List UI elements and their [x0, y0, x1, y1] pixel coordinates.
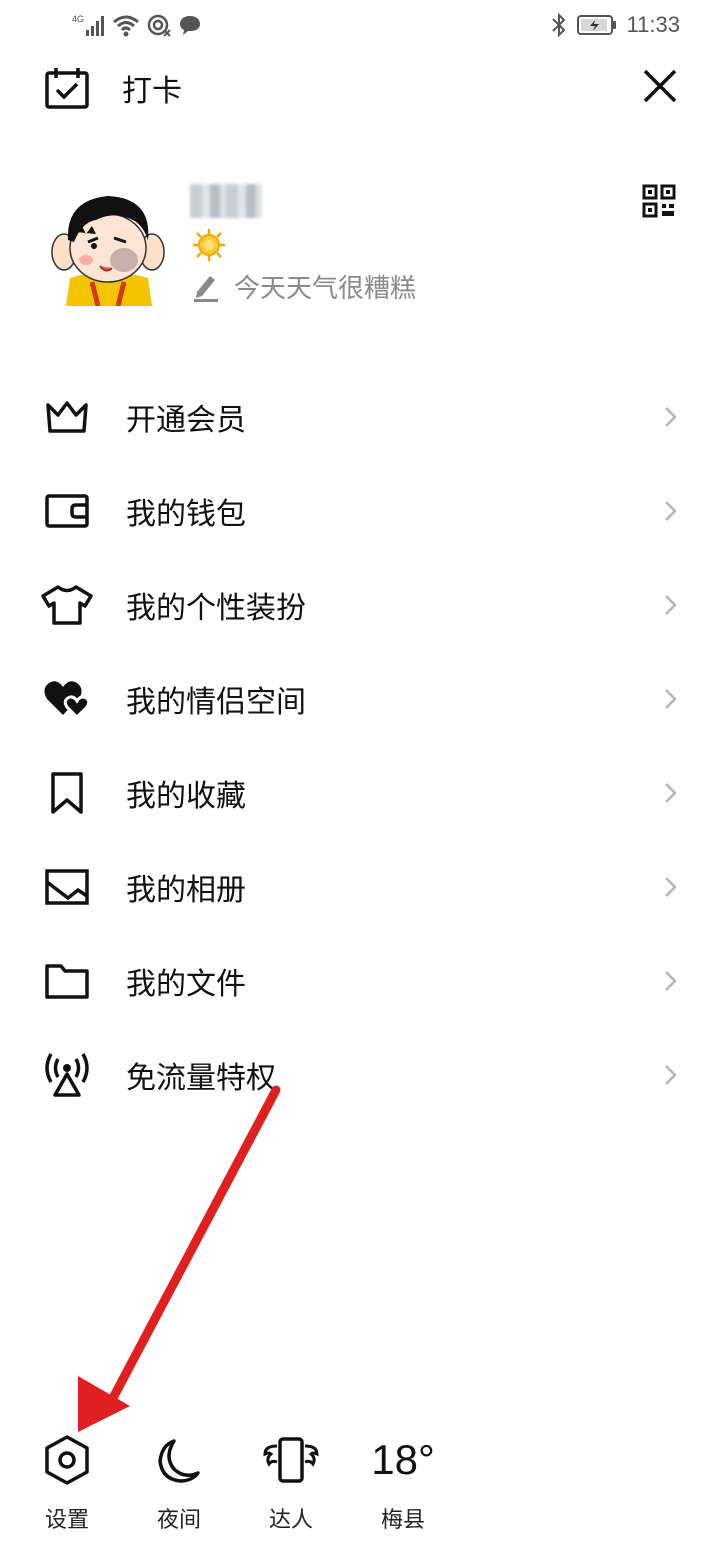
- tshirt-icon: [40, 583, 94, 627]
- signal-tower-icon: [40, 1053, 94, 1097]
- close-icon[interactable]: [640, 66, 680, 106]
- edit-pencil-icon: [194, 275, 218, 302]
- menu-item-label: 开通会员: [126, 403, 246, 438]
- night-label: 夜间: [156, 1508, 201, 1533]
- qr-code-icon[interactable]: [642, 184, 676, 218]
- sun-level-icon[interactable]: [192, 228, 226, 262]
- bluetooth-icon: [551, 12, 565, 38]
- menu-item-label: 我的文件: [126, 967, 246, 1002]
- chevron-right-icon: [665, 877, 677, 897]
- menu-list: 开通会员 我的钱包 我的个性装扮 我的情侣空间 我的收藏 我的相册 我的文件 免…: [0, 370, 720, 1122]
- profile-section: 今天天气很糟糕: [0, 170, 720, 320]
- network-type: 4G: [72, 14, 84, 24]
- avatar[interactable]: [48, 182, 168, 306]
- menu-item-favorites[interactable]: 我的收藏: [0, 746, 720, 840]
- menu-item-label: 免流量特权: [126, 1061, 276, 1096]
- menu-item-wallet[interactable]: 我的钱包: [0, 464, 720, 558]
- weather-widget[interactable]: 18° 梅县: [358, 1430, 448, 1534]
- expert-label: 达人: [268, 1508, 313, 1533]
- chevron-right-icon: [665, 595, 677, 615]
- weather-temperature: 18°: [371, 1436, 435, 1483]
- status-right: 11:33: [551, 12, 680, 38]
- winged-phone-icon: [261, 1430, 321, 1490]
- folder-icon: [40, 959, 94, 1003]
- wifi-icon: [113, 15, 139, 37]
- status-time: 11:33: [626, 12, 680, 37]
- menu-item-label: 我的收藏: [126, 779, 246, 814]
- signature-row[interactable]: 今天天气很糟糕: [192, 268, 416, 305]
- hotspot-icon: [147, 14, 171, 37]
- checkin-button[interactable]: 打卡: [44, 66, 182, 110]
- drawer-header: 打卡: [0, 60, 720, 120]
- wallet-icon: [40, 489, 94, 533]
- menu-item-couple[interactable]: 我的情侣空间: [0, 652, 720, 746]
- settings-button[interactable]: 设置: [22, 1430, 112, 1534]
- menu-item-label: 我的个性装扮: [126, 591, 306, 626]
- chevron-right-icon: [665, 689, 677, 709]
- calendar-check-icon: [45, 68, 89, 109]
- menu-item-album[interactable]: 我的相册: [0, 840, 720, 934]
- signature-text: 今天天气很糟糕: [234, 274, 417, 304]
- weather-city: 梅县: [380, 1508, 425, 1533]
- chevron-right-icon: [665, 1065, 677, 1085]
- status-left: 4G: [72, 12, 202, 38]
- chevron-right-icon: [665, 971, 677, 991]
- status-bar: 4G 11:33: [0, 0, 720, 56]
- settings-label: 设置: [44, 1508, 89, 1533]
- photo-icon: [40, 865, 94, 909]
- chevron-right-icon: [665, 501, 677, 521]
- drawer-footer: 设置 夜间 达人 18° 梅县: [0, 1430, 720, 1540]
- menu-item-free-data[interactable]: 免流量特权: [0, 1028, 720, 1122]
- menu-item-label: 我的钱包: [126, 497, 246, 532]
- expert-button[interactable]: 达人: [246, 1430, 336, 1534]
- moon-icon: [149, 1430, 209, 1490]
- battery-icon: [576, 15, 616, 35]
- username-blurred: [190, 184, 262, 218]
- menu-item-theme[interactable]: 我的个性装扮: [0, 558, 720, 652]
- chevron-right-icon: [665, 407, 677, 427]
- message-icon: [180, 16, 200, 35]
- chevron-right-icon: [665, 783, 677, 803]
- menu-item-files[interactable]: 我的文件: [0, 934, 720, 1028]
- menu-item-label: 我的情侣空间: [126, 685, 306, 720]
- menu-item-label: 我的相册: [126, 873, 246, 908]
- checkin-label: 打卡: [122, 74, 182, 109]
- bookmark-icon: [40, 771, 94, 815]
- signal-icon: 4G: [72, 14, 104, 36]
- hearts-icon: [40, 677, 94, 721]
- crown-icon: [40, 395, 94, 439]
- settings-hexagon-icon: [37, 1430, 97, 1490]
- night-mode-button[interactable]: 夜间: [134, 1430, 224, 1534]
- menu-item-vip[interactable]: 开通会员: [0, 370, 720, 464]
